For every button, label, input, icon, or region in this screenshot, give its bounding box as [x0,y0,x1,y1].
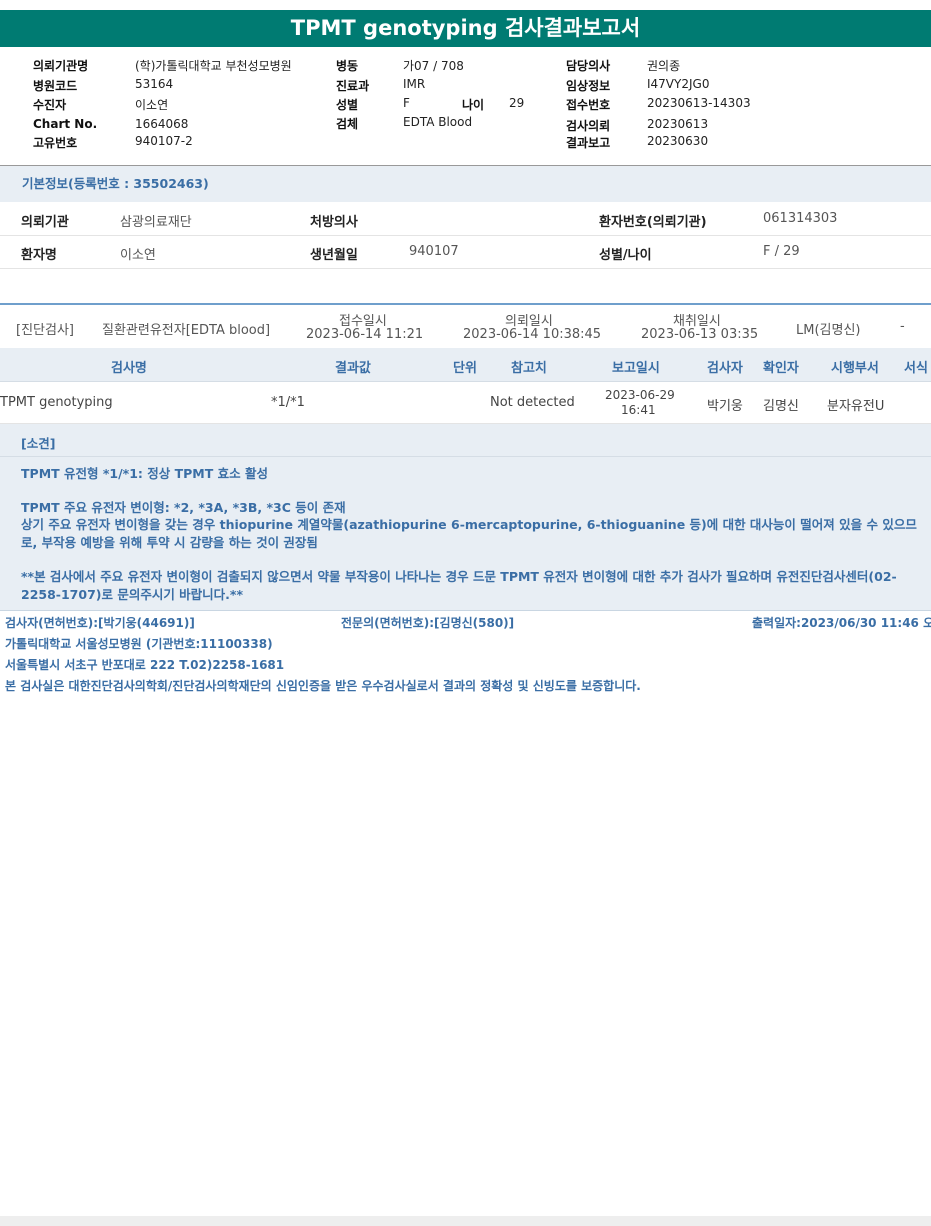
footer-printed: 출력일자:2023/06/30 11:46 오전 [752,616,931,630]
basic-info-row: 의뢰기관 삼광의료재단 처방의사 환자번호(의뢰기관) 061314303 [0,202,931,236]
header-label: 병원코드 [33,79,78,93]
header-value: 940107-2 [135,134,193,148]
result-department: 분자유전U [827,399,885,414]
col-test-name: 검사명 [111,361,147,376]
footer-hospital: 가톨릭대학교 서울성모병원 (기관번호:11100338) [5,637,273,651]
result-reference: Not detected [490,395,575,410]
order-type: [진단검사] [16,323,74,338]
header-value: 권의종 [647,59,681,73]
order-name: 질환관련유전자[EDTA blood] [102,323,271,338]
header-value: 이소연 [135,98,169,112]
header-value: 20230630 [647,134,709,148]
result-value: *1/*1 [271,395,305,410]
header-value: I47VY2JG0 [647,77,710,91]
comment-heading: [소견] [0,424,931,457]
collected-time: 2023-06-13 03:35 [641,327,759,342]
header-label: 진료과 [336,79,370,93]
header-label: 검사의뢰 [566,119,611,133]
header-label: 병동 [336,59,359,73]
col-unit: 단위 [453,361,477,376]
basic-info-row: 환자명 이소연 생년월일 940107 성별/나이 F / 29 [0,235,931,269]
dash: - [900,319,905,334]
header-value: (학)가톨릭대학교 부천성모병원 [135,59,292,73]
received-time: 2023-06-14 11:21 [306,327,424,342]
header-value: 가07 / 708 [403,59,464,73]
result-test-name: TPMT genotyping [0,395,113,410]
header-value: 53164 [135,77,174,91]
comment-line: 상기 주요 유전자 변이형을 갖는 경우 thiopurine 계열약물(aza… [21,517,917,550]
result-verifier: 김명신 [763,399,799,414]
report-title: TPMT genotyping 검사결과보고서 [0,10,931,47]
header-label: 고유번호 [33,136,78,150]
result-report-date: 2023-06-29 [605,388,675,402]
order-row: [진단검사] 질환관련유전자[EDTA blood] 접수일시 2023-06-… [0,303,931,350]
comment-body: TPMT 유전형 *1/*1: 정상 TPMT 효소 활성 TPMT 주요 유전… [0,457,931,611]
comment-line: **본 검사에서 주요 유전자 변이형이 검출되지 않으면서 약물 부작용이 나… [21,569,897,602]
footer-address: 서울특별시 서초구 반포대로 222 T.02)2258-1681 [5,658,285,672]
label-institution: 의뢰기관 [21,215,69,230]
result-tester: 박기웅 [707,399,743,414]
header-label: 결과보고 [566,136,611,150]
header-value: 20230613 [647,117,709,131]
col-department: 시행부서 [831,361,879,376]
footer-certification: 본 검사실은 대한진단검사의학회/진단검사의학재단의 신임인증을 받은 우수검사… [5,679,641,693]
col-result: 결과값 [335,361,371,376]
header-label: 의뢰기관명 [33,59,89,73]
header-value: 20230613-14303 [647,96,751,110]
label-patient-name: 환자명 [21,248,57,263]
value-patient-name: 이소연 [120,248,156,263]
header-value: EDTA Blood [403,115,473,129]
value-birthdate: 940107 [409,244,459,259]
header-label: 검체 [336,117,359,131]
result-table-header: 검사명 결과값 단위 참고치 보고일시 검사자 확인자 시행부서 서식 [0,348,931,382]
col-verifier: 확인자 [763,361,799,376]
result-report-time: 16:41 [621,403,656,417]
comment-heading-text: [소견] [21,436,56,451]
header-label: 임상정보 [566,79,611,93]
label-patient-no: 환자번호(의뢰기관) [599,215,707,230]
label-sex-age: 성별/나이 [599,248,652,263]
header-label: 담당의사 [566,59,611,73]
lab-name: LM(김명신) [796,323,861,338]
header-label: Chart No. [33,117,98,131]
age-label: 나이 [462,98,485,112]
footer-specialist: 전문의(면허번호):[김명신(580)] [341,616,515,630]
label-birthdate: 생년월일 [310,248,358,263]
value-sex-age: F / 29 [763,244,800,259]
header-value: F [403,96,410,110]
col-reference: 참고치 [511,361,547,376]
col-tester: 검사자 [707,361,743,376]
table-row[interactable]: TPMT genotyping *1/*1 Not detected 2023-… [0,382,931,424]
header-label: 성별 [336,98,359,112]
header-value: IMR [403,77,426,91]
header-label: 수진자 [33,98,67,112]
header-value: 1664068 [135,117,189,131]
header-label: 접수번호 [566,98,611,112]
label-doctor: 처방의사 [310,215,358,230]
basic-info-heading: 기본정보(등록번호 : 35502463) [0,166,931,202]
value-institution: 삼광의료재단 [120,215,192,230]
col-report-date: 보고일시 [612,361,660,376]
comment-line: TPMT 유전형 *1/*1: 정상 TPMT 효소 활성 [21,466,268,481]
col-format: 서식 [904,361,928,376]
footer-tester: 검사자(면허번호):[박기웅(44691)] [5,616,195,630]
value-patient-no: 061314303 [763,211,838,226]
requested-time: 2023-06-14 10:38:45 [463,327,602,342]
bottom-strip [0,1216,931,1226]
age-value: 29 [509,96,525,110]
comment-line: TPMT 주요 유전자 변이형: *2, *3A, *3B, *3C 등이 존재 [21,500,346,515]
